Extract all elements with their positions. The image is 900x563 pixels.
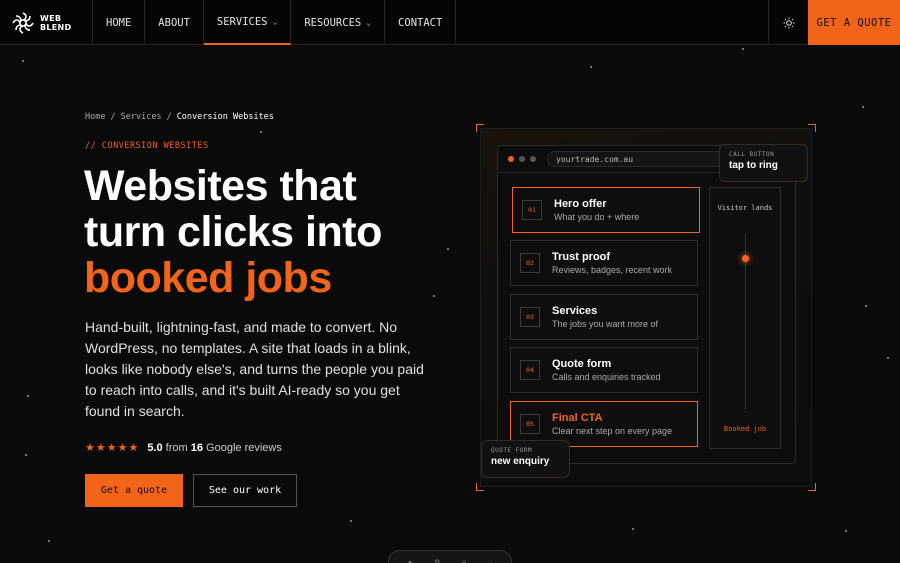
section-subtitle: Reviews, badges, recent work (552, 264, 673, 275)
window-dot (519, 156, 525, 162)
get-a-quote-hero-button[interactable]: Get a quote (85, 474, 183, 507)
section-number: 04 (520, 360, 540, 380)
nav-about[interactable]: ABOUT (145, 0, 204, 45)
section-title: Services (552, 304, 598, 317)
window-dot (508, 156, 514, 162)
chevron-down-icon: ⌄ (366, 18, 372, 27)
menu-icon[interactable]: ≡ (462, 558, 467, 563)
see-our-work-button[interactable]: See our work (193, 474, 297, 507)
section-card-services: 03 Services The jobs you want more of (510, 294, 698, 340)
journey-end-label: Booked job (723, 425, 767, 433)
section-title: Quote form (552, 357, 612, 370)
rating-text: 5.0 from 16 Google reviews (147, 441, 282, 454)
callout-value: tap to ring (729, 160, 778, 171)
journey-start-label: Visitor lands (717, 204, 773, 212)
headline-line: turn clicks into (84, 208, 382, 256)
mic-icon[interactable]: ● (408, 558, 413, 563)
breadcrumb-separator: / (166, 112, 172, 122)
callout-value: new enquiry (491, 456, 550, 467)
breadcrumb: Home / Services / Conversion Websites (85, 112, 274, 122)
section-number: 03 (520, 307, 540, 327)
logo-swirl-icon (12, 11, 34, 34)
logo-text: WEB BLEND (40, 13, 72, 32)
theme-toggle-button[interactable] (768, 0, 808, 45)
top-nav: WEB BLEND HOME ABOUT SERVICES ⌄ RESOURCES… (0, 0, 900, 45)
nav-contact[interactable]: CONTACT (385, 0, 457, 45)
hero-description: Hand-built, lightning-fast, and made to … (85, 319, 424, 419)
hero-headline: Websites that turn clicks into booked jo… (84, 163, 382, 301)
window-dot (530, 156, 536, 162)
section-card-trust-proof: 02 Trust proof Reviews, badges, recent w… (510, 240, 698, 286)
rating: ★★★★★ 5.0 from 16 Google reviews (85, 441, 282, 455)
section-subtitle: What you do + where (554, 211, 640, 222)
eyebrow-label: // CONVERSION WEBSITES (85, 141, 209, 151)
breadcrumb-separator: / (110, 112, 116, 122)
breadcrumb-home[interactable]: Home (85, 112, 105, 122)
bottom-dock: ● ✲ ≡ ◌ (388, 550, 512, 563)
headline-line: Websites that (84, 162, 357, 210)
settings-icon[interactable]: ◌ (488, 558, 493, 563)
headline-accent: booked jobs (84, 254, 332, 302)
section-number: 05 (520, 414, 540, 434)
section-subtitle: Calls and enquiries tracked (552, 371, 661, 382)
callout-label: CALL BUTTON (729, 151, 775, 158)
logo[interactable]: WEB BLEND (0, 0, 93, 45)
breadcrumb-services[interactable]: Services (121, 112, 162, 122)
journey-progress-dot (742, 255, 749, 262)
call-button-callout: CALL BUTTON tap to ring (719, 144, 808, 182)
visitor-journey-panel: Visitor lands Booked job (709, 187, 781, 449)
get-a-quote-button[interactable]: GET A QUOTE (808, 0, 900, 45)
section-title: Trust proof (552, 250, 611, 263)
chevron-down-icon: ⌄ (272, 17, 278, 26)
section-title: Hero offer (554, 197, 607, 210)
nav-home[interactable]: HOME (93, 0, 146, 45)
section-number: 02 (520, 253, 540, 273)
star-rating-icon: ★★★★★ (85, 442, 140, 454)
sun-icon (783, 17, 794, 28)
section-number: 01 (522, 200, 542, 220)
gear-icon[interactable]: ✲ (434, 558, 441, 563)
section-subtitle: The jobs you want more of (552, 318, 659, 329)
section-title: Final CTA (552, 411, 603, 424)
quote-form-callout: QUOTE FORM new enquiry (481, 440, 570, 478)
section-subtitle: Clear next step on every page (552, 425, 673, 436)
nav-resources[interactable]: RESOURCES ⌄ (291, 0, 386, 45)
callout-label: QUOTE FORM (491, 447, 533, 454)
breadcrumb-current: Conversion Websites (176, 112, 274, 122)
section-card-hero-offer: 01 Hero offer What you do + where (512, 187, 700, 233)
section-card-quote-form: 04 Quote form Calls and enquiries tracke… (510, 347, 698, 393)
nav-services[interactable]: SERVICES ⌄ (203, 0, 292, 45)
